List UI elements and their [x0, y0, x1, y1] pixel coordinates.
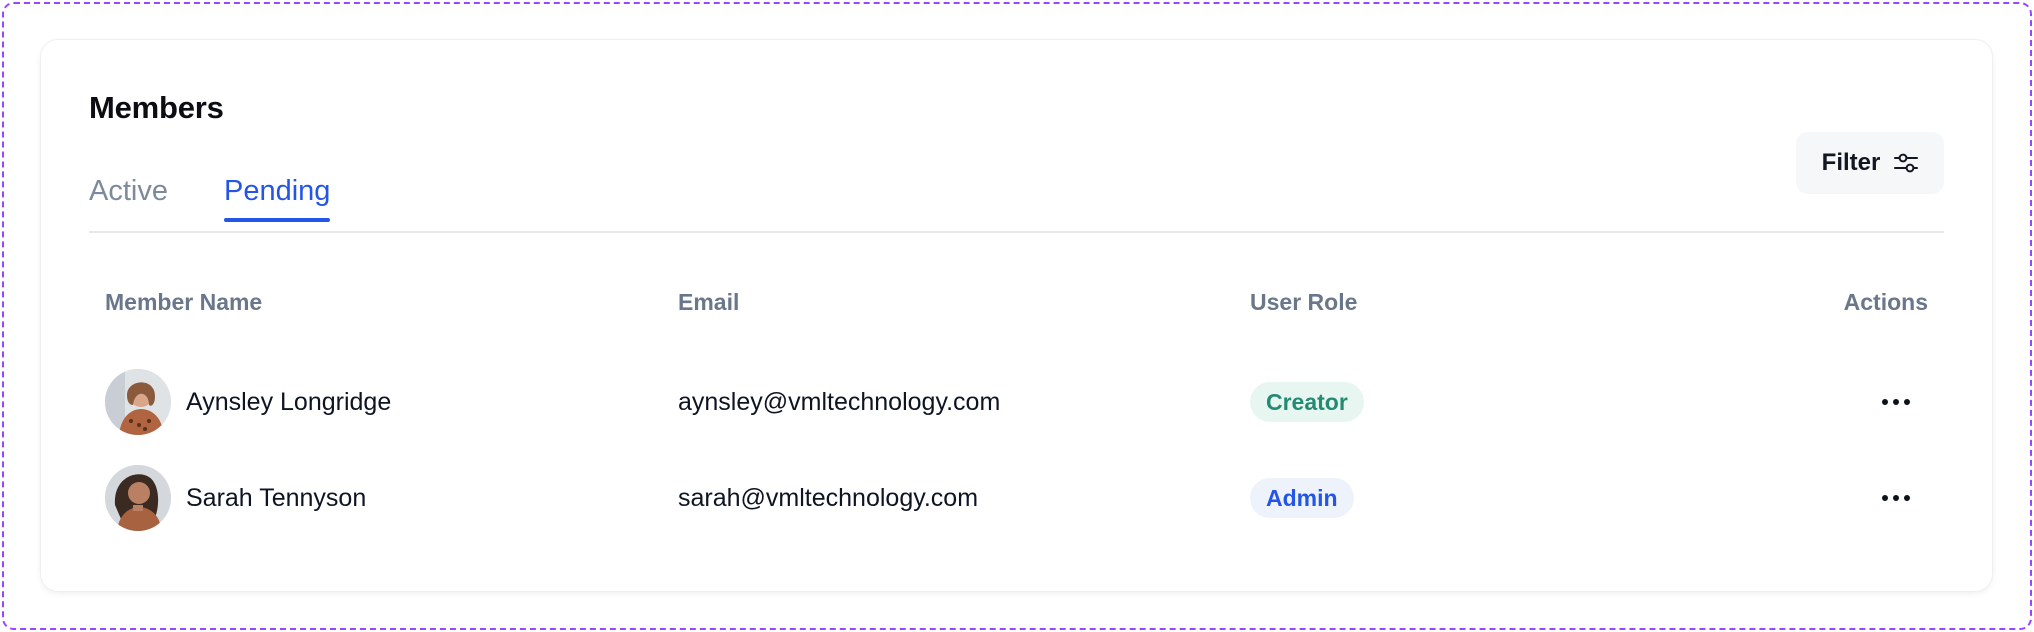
- tab-active[interactable]: Active: [89, 175, 168, 222]
- sliders-icon: [1894, 153, 1919, 173]
- column-header-email[interactable]: Email: [678, 289, 739, 316]
- member-name: Aynsley Longridge: [186, 388, 392, 416]
- column-header-user-role[interactable]: User Role: [1250, 289, 1357, 316]
- avatar: [105, 465, 171, 531]
- more-horizontal-icon[interactable]: [1876, 478, 1916, 518]
- role-badge: Creator: [1250, 382, 1364, 422]
- avatar: [105, 369, 171, 435]
- avatar-photo: [105, 369, 171, 435]
- avatar-photo: [105, 465, 171, 531]
- more-horizontal-icon[interactable]: [1876, 382, 1916, 422]
- column-header-member-name[interactable]: Member Name: [105, 289, 262, 316]
- member-email: sarah@vmltechnology.com: [678, 484, 979, 512]
- page-title: Members: [89, 90, 224, 125]
- table-row: Aynsley Longridge aynsley@vmltechnology.…: [105, 367, 1928, 437]
- filter-button[interactable]: Filter: [1796, 132, 1944, 194]
- table-row: Sarah Tennyson sarah@vmltechnology.com A…: [105, 463, 1928, 533]
- role-badge: Admin: [1250, 478, 1354, 518]
- tab-divider: [89, 231, 1944, 233]
- member-name: Sarah Tennyson: [186, 484, 367, 512]
- tab-pending[interactable]: Pending: [224, 175, 331, 222]
- members-card: Members Active Pending Filter Member Nam…: [40, 39, 1993, 592]
- member-email: aynsley@vmltechnology.com: [678, 388, 1001, 416]
- column-header-actions: Actions: [1843, 289, 1928, 315]
- filter-label: Filter: [1821, 149, 1881, 176]
